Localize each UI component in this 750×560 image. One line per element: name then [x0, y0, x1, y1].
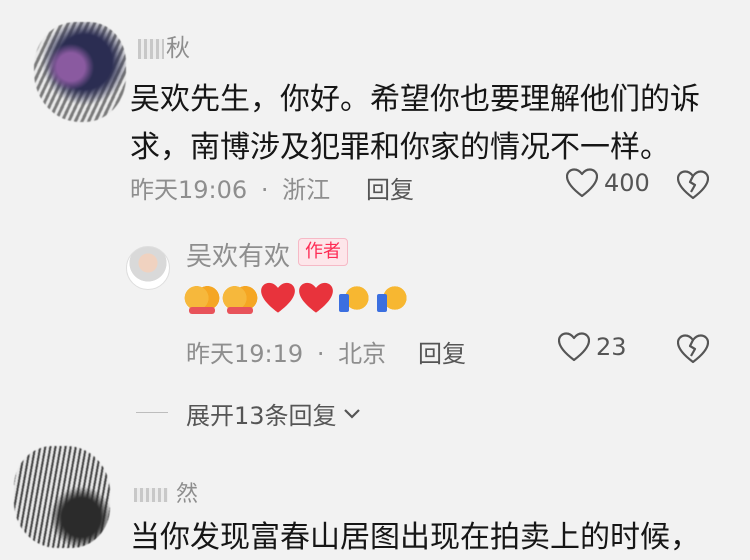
divider	[136, 412, 168, 413]
reply-emoji-text[interactable]	[184, 280, 410, 316]
chevron-down-icon	[343, 408, 360, 419]
expand-replies-button[interactable]: 展开13条回复	[186, 396, 361, 431]
blurred-name	[138, 39, 164, 59]
separator: ·	[260, 176, 269, 204]
comment-text[interactable]: 吴欢先生，你好。希望你也要理解他们的诉 求，南博涉及犯罪和你家的情况不一样。	[130, 76, 730, 172]
heart-outline-icon	[558, 332, 590, 362]
folded-hands-emoji	[184, 280, 220, 316]
like-button[interactable]: 23	[558, 332, 627, 362]
expand-replies-label: 展开13条回复	[186, 402, 337, 430]
author-badge: 作者	[298, 238, 348, 266]
dislike-button[interactable]	[676, 170, 710, 204]
reply-meta: 昨天19:19 · 北京	[186, 334, 386, 369]
folded-hands-emoji	[222, 280, 258, 316]
like-count: 400	[604, 169, 650, 197]
broken-heart-icon	[676, 334, 710, 364]
thumbs-up-emoji	[374, 280, 410, 316]
red-heart-emoji	[260, 280, 296, 316]
reply-button[interactable]: 回复	[366, 170, 414, 205]
dislike-button[interactable]	[676, 334, 710, 368]
reply-time: 昨天19:19	[186, 340, 304, 368]
reply-location: 北京	[338, 340, 387, 368]
heart-outline-icon	[566, 168, 598, 198]
comment-meta: 昨天19:06 · 浙江	[130, 170, 330, 205]
red-heart-emoji	[298, 280, 334, 316]
comment-text[interactable]: 当你发现富春山居图出现在拍卖上的时候，	[130, 516, 700, 560]
comment-time: 昨天19:06	[130, 176, 248, 204]
avatar[interactable]	[34, 22, 126, 122]
blurred-name	[134, 488, 168, 502]
comment-username[interactable]: 然	[134, 476, 198, 508]
comment-username[interactable]: 秋	[138, 28, 190, 63]
like-count: 23	[596, 333, 627, 361]
comment-location: 浙江	[282, 176, 331, 204]
thumbs-up-emoji	[336, 280, 372, 316]
reply-button[interactable]: 回复	[418, 334, 466, 369]
like-button[interactable]: 400	[566, 168, 650, 198]
separator: ·	[316, 340, 325, 368]
broken-heart-icon	[676, 170, 710, 200]
avatar[interactable]	[14, 446, 110, 548]
author-avatar[interactable]	[126, 246, 170, 290]
reply-username[interactable]: 吴欢有欢	[186, 236, 290, 273]
